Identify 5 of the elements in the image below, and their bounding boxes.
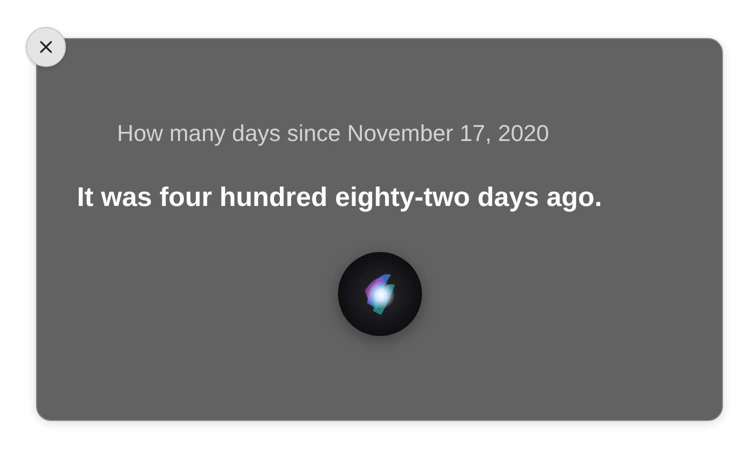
query-text: How many days since November 17, 2020	[117, 120, 550, 147]
close-button[interactable]	[26, 27, 66, 67]
close-icon	[39, 40, 53, 54]
answer-text: It was four hundred eighty-two days ago.	[77, 181, 604, 214]
orb-icon[interactable]	[336, 251, 422, 337]
